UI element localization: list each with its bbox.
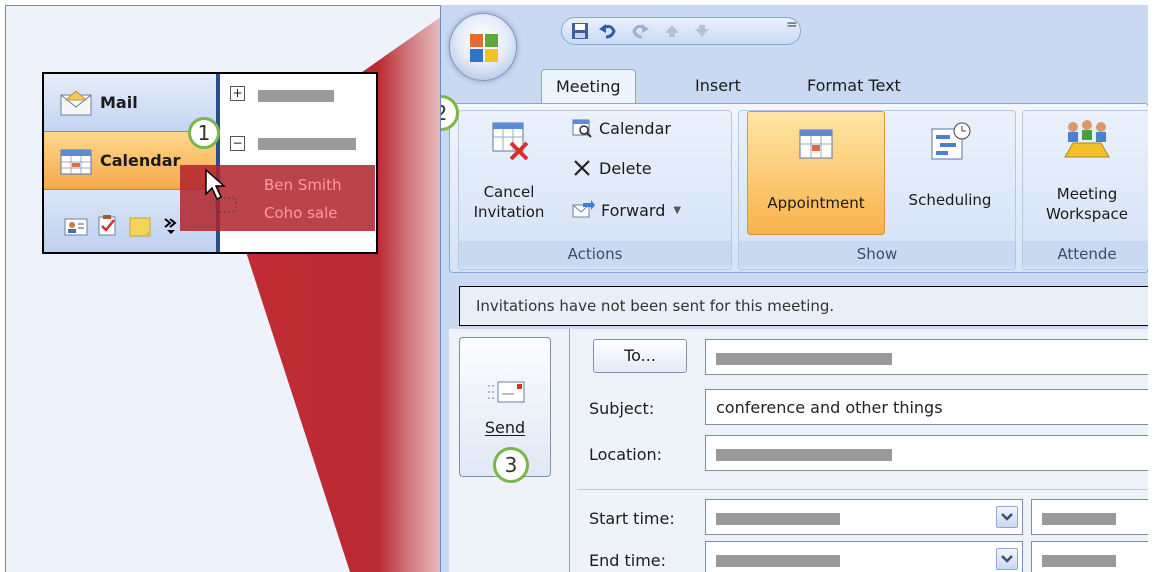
end-time-field[interactable] bbox=[1031, 541, 1148, 572]
to-field[interactable] bbox=[705, 339, 1148, 375]
tab-insert[interactable]: Insert bbox=[681, 69, 755, 103]
delete-button-label: Delete bbox=[599, 158, 652, 178]
delete-x-icon bbox=[574, 160, 590, 176]
forward-button[interactable]: Forward ▼ bbox=[571, 199, 681, 221]
appointment-name: Ben Smith bbox=[264, 176, 342, 194]
figure: Mail Calendar + − Ben Smith Coho sale 1 … bbox=[0, 0, 1153, 572]
previous-item-icon[interactable] bbox=[662, 21, 682, 41]
folder-placeholder bbox=[258, 138, 356, 150]
time-separator bbox=[577, 489, 1148, 490]
info-bar: Invitations have not been sent for this … bbox=[459, 286, 1148, 326]
group-actions-label: Actions bbox=[459, 241, 731, 267]
quick-access-toolbar bbox=[561, 17, 801, 45]
end-date-combo[interactable] bbox=[705, 541, 1023, 572]
meeting-workspace-label-1: Meeting bbox=[1056, 185, 1118, 203]
group-show-label: Show bbox=[739, 241, 1015, 267]
appointment-button[interactable]: Appointment bbox=[747, 111, 885, 235]
meeting-workspace-button[interactable]: Meeting Workspace bbox=[1025, 117, 1148, 237]
calendar-button-label: Calendar bbox=[599, 118, 671, 138]
meeting-window: = Meeting Insert Format Text Cancel Invi… bbox=[440, 5, 1148, 572]
office-button[interactable] bbox=[449, 13, 517, 81]
end-time-label: End time: bbox=[589, 551, 667, 570]
customize-qat-icon[interactable]: = bbox=[786, 17, 798, 33]
tab-meeting[interactable]: Meeting bbox=[541, 69, 636, 103]
cancel-invitation-label-2: Invitation bbox=[473, 203, 545, 221]
tree-collapse-button[interactable]: − bbox=[230, 136, 245, 151]
subject-value: conference and other things bbox=[716, 398, 943, 417]
calendar-button[interactable]: Calendar bbox=[571, 117, 671, 139]
callout-1: 1 bbox=[188, 117, 220, 149]
callout-3: 3 bbox=[493, 447, 529, 483]
recipient-placeholder bbox=[716, 353, 892, 365]
nav-mail-label: Mail bbox=[100, 93, 138, 112]
start-time-placeholder bbox=[1042, 513, 1116, 525]
notes-icon[interactable] bbox=[128, 216, 152, 238]
meeting-workspace-icon bbox=[1064, 120, 1110, 158]
office-logo-icon bbox=[470, 34, 498, 62]
location-label: Location: bbox=[589, 445, 663, 464]
scheduling-button-label: Scheduling bbox=[908, 191, 992, 209]
location-placeholder bbox=[716, 449, 892, 461]
send-envelope-icon bbox=[488, 381, 525, 403]
ribbon: Cancel Invitation Calendar Delete Forwar… bbox=[449, 103, 1148, 273]
location-field[interactable] bbox=[705, 435, 1148, 471]
undo-icon[interactable] bbox=[598, 21, 618, 41]
chevron-down-icon bbox=[1001, 555, 1013, 563]
group-actions: Cancel Invitation Calendar Delete Forwar… bbox=[458, 110, 732, 270]
next-item-icon[interactable] bbox=[692, 21, 712, 41]
calendar-search-icon bbox=[572, 119, 592, 138]
end-date-placeholder bbox=[716, 555, 840, 567]
delete-button[interactable]: Delete bbox=[571, 157, 652, 179]
send-button-label: Send bbox=[484, 418, 526, 437]
tasks-icon[interactable] bbox=[96, 214, 120, 236]
tab-format-text[interactable]: Format Text bbox=[793, 69, 915, 103]
nav-calendar-label: Calendar bbox=[100, 151, 181, 170]
appointment-calendar-icon bbox=[799, 129, 833, 159]
calendar-icon bbox=[60, 149, 92, 174]
cancel-invitation-button[interactable]: Cancel Invitation bbox=[463, 117, 555, 237]
meeting-form: Send 3 To... Subject: conference and oth… bbox=[449, 329, 1148, 572]
start-date-combo[interactable] bbox=[705, 499, 1023, 535]
forward-icon bbox=[572, 200, 595, 218]
group-show: Appointment Scheduling Show bbox=[738, 110, 1016, 270]
subject-field[interactable]: conference and other things bbox=[705, 389, 1148, 425]
mail-envelope-icon bbox=[60, 89, 92, 115]
folder-placeholder bbox=[258, 90, 334, 102]
start-date-dropdown[interactable] bbox=[996, 506, 1018, 528]
form-divider bbox=[569, 329, 570, 572]
redo-icon[interactable] bbox=[630, 21, 650, 41]
start-time-label: Start time: bbox=[589, 509, 675, 528]
group-attendees-label: Attende bbox=[1023, 241, 1148, 267]
start-date-placeholder bbox=[716, 513, 840, 525]
to-button[interactable]: To... bbox=[593, 339, 687, 373]
cancel-invitation-icon bbox=[492, 122, 529, 161]
cancel-invitation-label-1: Cancel bbox=[483, 183, 535, 201]
drag-cursor-icon bbox=[205, 168, 237, 213]
scheduling-icon bbox=[931, 122, 971, 160]
appointment-button-label: Appointment bbox=[767, 194, 865, 212]
scheduling-button[interactable]: Scheduling bbox=[891, 111, 1009, 235]
start-time-field[interactable] bbox=[1031, 499, 1148, 535]
appointment-subject: Coho sale bbox=[264, 204, 338, 222]
chevron-down-icon bbox=[1001, 513, 1013, 521]
meeting-workspace-label-2: Workspace bbox=[1046, 205, 1128, 223]
contacts-icon[interactable] bbox=[64, 216, 88, 238]
forward-button-label: Forward bbox=[601, 200, 666, 220]
end-date-dropdown[interactable] bbox=[996, 548, 1018, 570]
tree-expand-button[interactable]: + bbox=[230, 86, 245, 101]
forward-dropdown-icon[interactable]: ▼ bbox=[673, 205, 681, 216]
end-time-placeholder bbox=[1042, 555, 1116, 567]
subject-label: Subject: bbox=[589, 399, 655, 418]
group-attendees: Meeting Workspace Attende bbox=[1022, 110, 1148, 270]
save-icon[interactable] bbox=[570, 21, 590, 41]
